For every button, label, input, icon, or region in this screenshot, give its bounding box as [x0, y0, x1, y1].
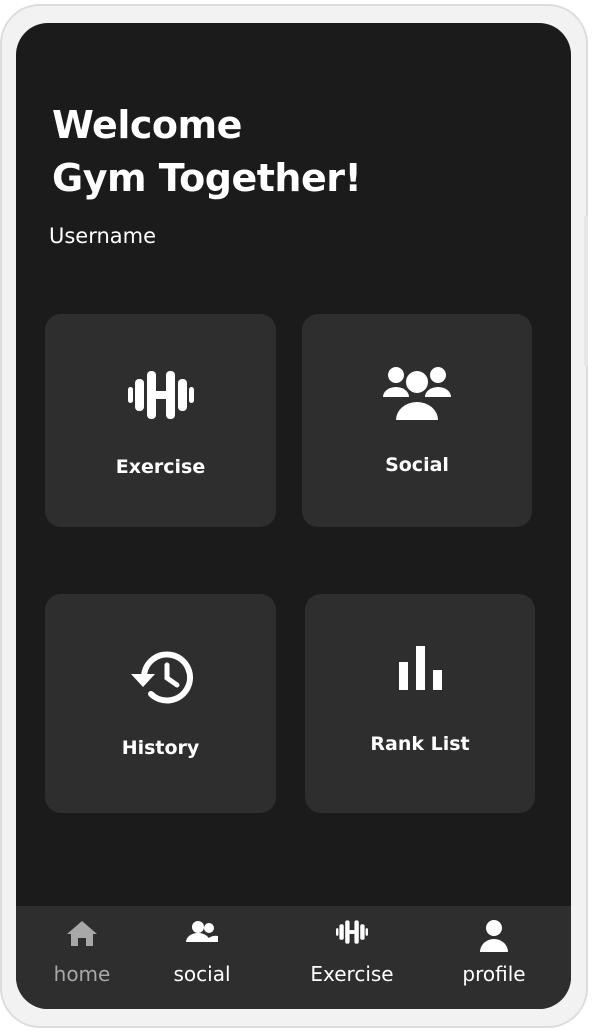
- app-screen: Welcome Gym Together! Username Exercise: [16, 23, 571, 1009]
- nav-home-label: home: [53, 962, 111, 986]
- exercise-card[interactable]: Exercise: [45, 314, 276, 527]
- nav-social[interactable]: social: [152, 906, 252, 1009]
- history-card-label: History: [121, 737, 200, 759]
- rank-list-card[interactable]: Rank List: [305, 594, 535, 813]
- history-card[interactable]: History: [45, 594, 276, 813]
- nav-profile[interactable]: profile: [444, 906, 544, 1009]
- social-card-label: Social: [385, 454, 449, 476]
- dumbbell-icon: [336, 920, 368, 944]
- nav-profile-label: profile: [462, 962, 526, 986]
- bar-chart-icon: [399, 646, 442, 690]
- side-button: [584, 216, 588, 366]
- social-card[interactable]: Social: [302, 314, 532, 527]
- home-icon: [67, 921, 97, 946]
- people-icon: [186, 921, 218, 942]
- title-line-1: Welcome: [52, 103, 242, 147]
- group-icon: [383, 367, 451, 420]
- rank-list-card-label: Rank List: [370, 733, 470, 755]
- title-line-2: Gym Together!: [52, 156, 362, 200]
- bottom-navigation: home social Exercise profile: [16, 906, 571, 1009]
- page-title: Welcome Gym Together!: [52, 99, 362, 205]
- username-label: Username: [49, 224, 157, 248]
- person-icon: [480, 920, 508, 952]
- nav-exercise[interactable]: Exercise: [292, 906, 412, 1009]
- nav-exercise-label: Exercise: [310, 962, 394, 986]
- dumbbell-icon: [127, 371, 194, 419]
- nav-home[interactable]: home: [32, 906, 132, 1009]
- history-icon: [130, 651, 193, 704]
- exercise-card-label: Exercise: [115, 456, 206, 478]
- nav-social-label: social: [173, 962, 231, 986]
